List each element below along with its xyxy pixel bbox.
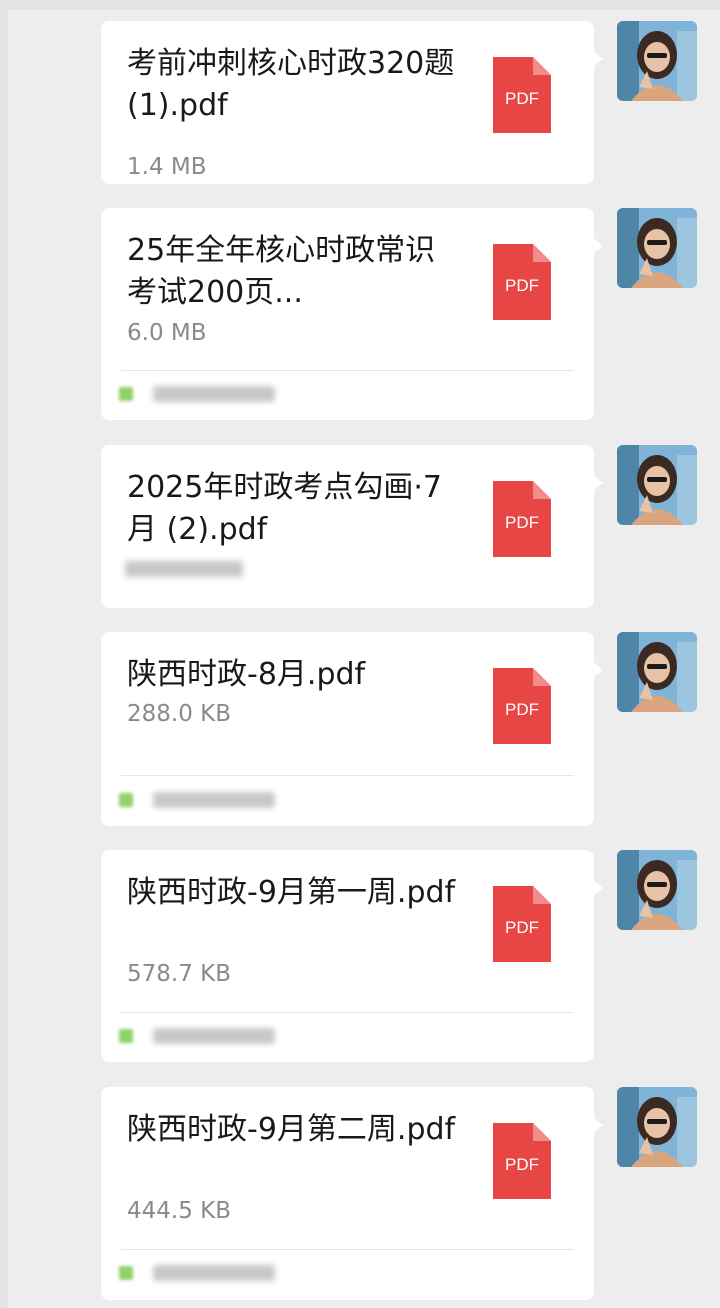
file-bubble[interactable]: 2025年时政考点勾画·7月 (2).pdf PDF [101,445,603,608]
avatar[interactable] [617,1087,697,1167]
pdf-icon-label: PDF [505,276,539,295]
avatar[interactable] [617,850,697,930]
divider [121,1012,574,1013]
source-app-blurred [119,1261,279,1283]
file-name: 陕西时政-9月第一周.pdf [127,875,456,910]
file-name: 25年全年核心时政常识考试200页... [127,233,436,310]
file-size: 288.0 KB [127,701,232,727]
pdf-file-icon: PDF [493,244,551,320]
file-bubble[interactable]: 陕西时政-9月第二周.pdf 444.5 KB PDF [101,1087,603,1300]
divider [121,775,574,776]
file-bubble[interactable]: 陕西时政-8月.pdf 288.0 KB PDF [101,632,603,826]
file-name: 陕西时政-8月.pdf [127,657,366,692]
source-app-blurred [119,382,279,404]
file-size: 6.0 MB [127,320,207,346]
file-bubble[interactable]: 25年全年核心时政常识考试200页... 6.0 MB PDF [101,208,603,420]
pdf-file-icon: PDF [493,481,551,557]
file-name: 陕西时政-9月第二周.pdf [127,1112,456,1147]
file-size: 578.7 KB [127,961,232,987]
source-app-blurred [119,788,279,810]
source-app-blurred [119,1024,279,1046]
file-size-blurred [125,557,285,579]
pdf-file-icon: PDF [493,668,551,744]
file-size: 1.4 MB [127,154,207,180]
file-name: 2025年时政考点勾画·7月 (2).pdf [127,470,442,547]
avatar[interactable] [617,208,697,288]
pdf-icon-label: PDF [505,918,539,937]
avatar[interactable] [617,632,697,712]
file-name: 考前冲刺核心时政320题(1).pdf [127,46,455,123]
file-size: 444.5 KB [127,1198,232,1224]
divider [121,1249,574,1250]
file-bubble[interactable]: 考前冲刺核心时政320题(1).pdf 1.4 MB PDF [101,21,603,184]
avatar[interactable] [617,21,697,101]
pdf-icon-label: PDF [505,513,539,532]
pdf-file-icon: PDF [493,886,551,962]
divider [121,370,574,371]
pdf-icon-label: PDF [505,89,539,108]
chat-message-list[interactable]: 考前冲刺核心时政320题(1).pdf 1.4 MB PDF 25年全年核心时政… [0,0,720,1308]
pdf-file-icon: PDF [493,1123,551,1199]
pdf-file-icon: PDF [493,57,551,133]
avatar[interactable] [617,445,697,525]
file-bubble[interactable]: 陕西时政-9月第一周.pdf 578.7 KB PDF [101,850,603,1062]
pdf-icon-label: PDF [505,1155,539,1174]
pdf-icon-label: PDF [505,700,539,719]
